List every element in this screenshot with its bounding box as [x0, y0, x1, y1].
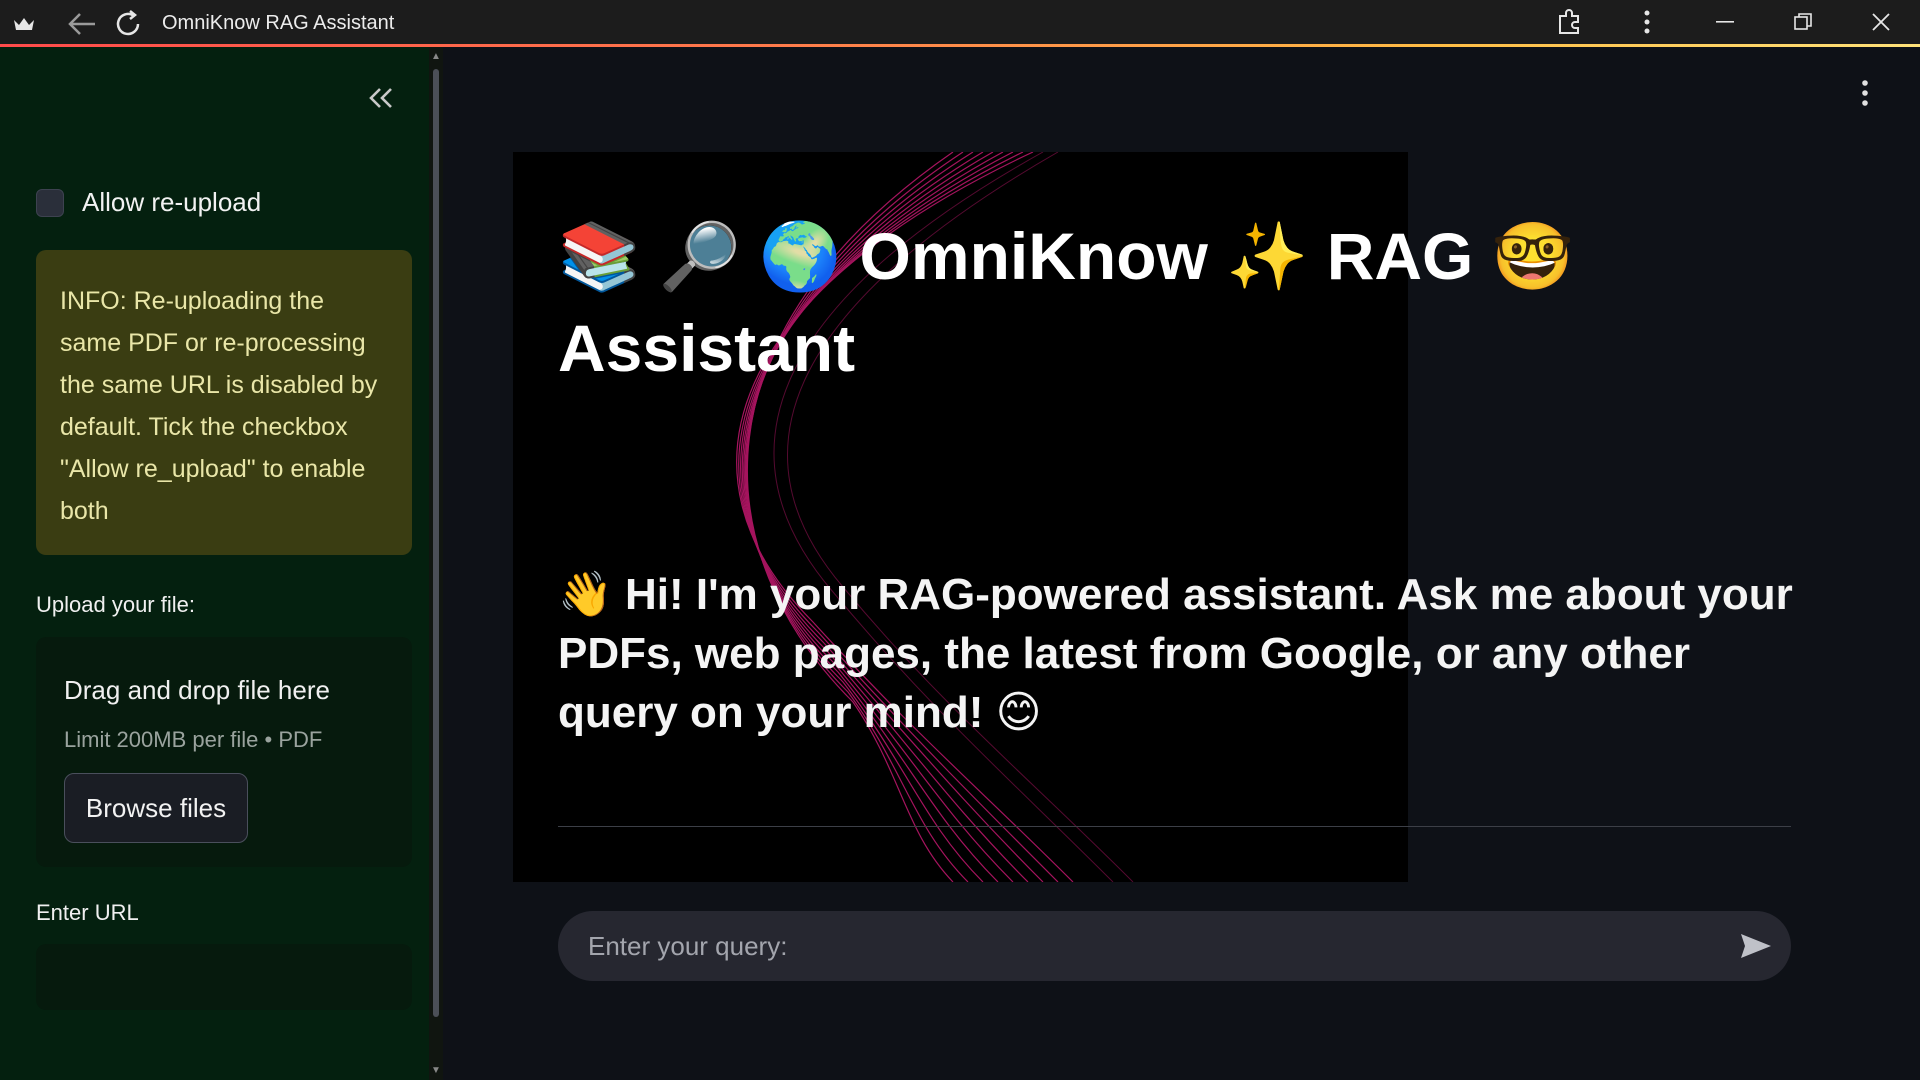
- scroll-down-arrow-icon[interactable]: ▼: [431, 1065, 441, 1076]
- double-chevron-left-icon[interactable]: [368, 83, 394, 117]
- send-icon[interactable]: [1721, 911, 1791, 981]
- page-title: 📚 🔎 🌍 OmniKnow ✨ RAG 🤓 Assistant: [558, 219, 1574, 385]
- sidebar: Allow re-upload INFO: Re-uploading the s…: [0, 47, 436, 1080]
- allow-reupload-checkbox-row[interactable]: Allow re-upload: [36, 187, 261, 218]
- file-dropzone[interactable]: Drag and drop file here Limit 200MB per …: [36, 637, 412, 867]
- dropzone-title: Drag and drop file here: [64, 675, 330, 705]
- info-alert: INFO: Re-uploading the same PDF or re-pr…: [36, 250, 412, 555]
- browse-files-button[interactable]: Browse files: [64, 773, 248, 843]
- url-label: Enter URL: [36, 900, 139, 925]
- allow-reupload-checkbox[interactable]: [36, 188, 64, 217]
- greeting-message: 👋 Hi! I'm your RAG-powered assistant. As…: [558, 570, 1793, 737]
- main-menu-kebab-icon[interactable]: [1850, 80, 1880, 114]
- scroll-up-arrow-icon[interactable]: ▲: [431, 51, 441, 62]
- url-input[interactable]: [36, 944, 412, 1010]
- window-titlebar: OmniKnow RAG Assistant: [0, 0, 1920, 47]
- restore-icon[interactable]: [1764, 0, 1842, 44]
- close-icon[interactable]: [1842, 0, 1920, 44]
- upload-label: Upload your file:: [36, 592, 195, 617]
- refresh-icon[interactable]: [110, 6, 146, 42]
- kebab-menu-icon[interactable]: [1608, 0, 1686, 44]
- crown-icon: [6, 6, 42, 42]
- query-input[interactable]: [558, 911, 1721, 981]
- dropzone-limit: Limit 200MB per file • PDF: [64, 727, 323, 752]
- sidebar-scrollbar[interactable]: ▲ ▼: [429, 47, 443, 1080]
- arrow-left-icon[interactable]: [64, 6, 100, 42]
- puzzle-icon[interactable]: [1530, 0, 1608, 44]
- minimize-icon[interactable]: [1686, 0, 1764, 44]
- scrollbar-thumb[interactable]: [433, 69, 439, 1017]
- window-title: OmniKnow RAG Assistant: [162, 12, 395, 34]
- chat-input-bar: [558, 911, 1791, 981]
- allow-reupload-label: Allow re-upload: [82, 187, 262, 217]
- divider: [558, 826, 1791, 827]
